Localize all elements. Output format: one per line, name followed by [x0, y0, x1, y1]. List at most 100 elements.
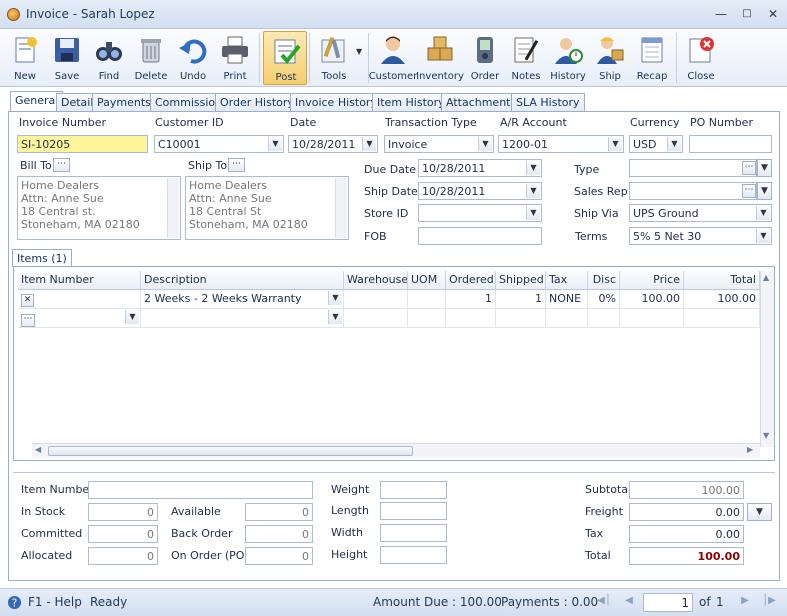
- table-row-shipped[interactable]: 1: [496, 290, 546, 309]
- maximize-button[interactable]: □: [738, 6, 756, 22]
- chevron-down-icon[interactable]: ▼: [608, 137, 622, 151]
- help-shortcut[interactable]: F1 - Help: [28, 595, 82, 609]
- first-record-icon[interactable]: ◀│: [597, 595, 611, 609]
- ship-to-lookup-button[interactable]: ⋯: [228, 158, 245, 172]
- next-record-icon[interactable]: ▶: [738, 595, 752, 609]
- scroll-up-icon[interactable]: ▲: [763, 273, 769, 282]
- invoice-number-field[interactable]: SI-10205: [17, 135, 148, 153]
- minimize-button[interactable]: —: [712, 6, 730, 22]
- table-row-item-number[interactable]: ✕: [18, 290, 141, 309]
- weight-field[interactable]: [380, 481, 447, 499]
- tools-dropdown-arrow-icon[interactable]: ▼: [356, 47, 362, 56]
- length-field[interactable]: [380, 502, 447, 520]
- column-header-price[interactable]: Price: [620, 271, 684, 290]
- currency-select[interactable]: USD ▼: [629, 135, 683, 153]
- chevron-down-icon[interactable]: ▼: [125, 310, 139, 324]
- post-button[interactable]: Post: [263, 31, 307, 85]
- scroll-right-icon[interactable]: ▶: [747, 445, 753, 454]
- previous-record-icon[interactable]: ◀: [622, 595, 636, 609]
- chevron-down-icon[interactable]: ▼: [756, 229, 770, 243]
- new-row-uom[interactable]: [408, 309, 446, 328]
- sales-rep-field[interactable]: [629, 182, 757, 200]
- chevron-down-icon[interactable]: ▼: [667, 137, 681, 151]
- chevron-down-icon[interactable]: ▼: [328, 291, 342, 305]
- type-field[interactable]: [629, 159, 757, 177]
- due-date-field[interactable]: 10/28/2011 ▼: [418, 159, 542, 177]
- scroll-left-icon[interactable]: ◀: [35, 445, 41, 454]
- freight-dropdown-button[interactable]: ▼: [747, 503, 772, 521]
- chevron-down-icon[interactable]: ▼: [757, 159, 772, 177]
- new-row-shipped[interactable]: [496, 309, 546, 328]
- horizontal-scrollbar[interactable]: ◀ ▶: [32, 443, 760, 458]
- inventory-button[interactable]: Inventory: [416, 31, 464, 85]
- table-row-price[interactable]: 100.00: [620, 290, 684, 309]
- column-header-tax[interactable]: Tax: [546, 271, 588, 290]
- column-header-description[interactable]: Description: [141, 271, 344, 290]
- bill-to-lookup-button[interactable]: ⋯: [53, 158, 70, 172]
- store-id-select[interactable]: ▼: [418, 204, 542, 222]
- vertical-scrollbar[interactable]: ▲ ▼: [760, 271, 774, 447]
- tab-order-history[interactable]: Order History: [215, 93, 299, 111]
- column-header-ordered[interactable]: Ordered: [446, 271, 496, 290]
- ship-to-address[interactable]: Home Dealers Attn: Anne Sue 18 Central S…: [185, 176, 349, 240]
- tab-attachments[interactable]: Attachments: [441, 93, 522, 111]
- chevron-down-icon[interactable]: ▼: [478, 137, 492, 151]
- tab-items[interactable]: Items (1): [12, 249, 72, 267]
- chevron-down-icon[interactable]: ▼: [526, 161, 540, 175]
- item-number-field[interactable]: [88, 481, 313, 499]
- ship-date-field[interactable]: 10/28/2011 ▼: [418, 182, 542, 200]
- column-header-item-number[interactable]: Item Number: [18, 271, 141, 290]
- chevron-down-icon[interactable]: ▼: [328, 310, 342, 324]
- sales-rep-lookup-button[interactable]: ⋯: [742, 184, 756, 198]
- chevron-down-icon[interactable]: ▼: [362, 137, 376, 151]
- ar-account-select[interactable]: 1200-01 ▼: [498, 135, 624, 153]
- width-field[interactable]: [380, 524, 447, 542]
- scroll-down-icon[interactable]: ▼: [763, 431, 769, 440]
- tab-sla-history[interactable]: SLA History: [511, 93, 585, 111]
- transaction-type-select[interactable]: Invoice ▼: [384, 135, 494, 153]
- new-row-tax[interactable]: [546, 309, 588, 328]
- column-header-warehouse[interactable]: Warehouse: [344, 271, 408, 290]
- tab-invoice-history[interactable]: Invoice History: [290, 93, 382, 111]
- delete-row-icon[interactable]: ✕: [21, 294, 34, 307]
- table-row-total[interactable]: 100.00: [684, 290, 760, 309]
- close-window-button[interactable]: ✕: [764, 6, 782, 22]
- table-row-ordered[interactable]: 1: [446, 290, 496, 309]
- table-row-description[interactable]: 2 Weeks - 2 Weeks Warranty ▼: [141, 290, 344, 309]
- print-button[interactable]: Print: [213, 31, 257, 85]
- table-row-warehouse[interactable]: [344, 290, 408, 309]
- ship-via-select[interactable]: UPS Ground ▼: [629, 204, 772, 222]
- column-header-shipped[interactable]: Shipped: [496, 271, 546, 290]
- fob-field[interactable]: [418, 227, 542, 245]
- new-row-total[interactable]: [684, 309, 760, 328]
- customer-id-field[interactable]: C10001 ▼: [154, 135, 284, 153]
- scroll-thumb[interactable]: [48, 446, 413, 456]
- column-header-total[interactable]: Total: [684, 271, 760, 290]
- chevron-down-icon[interactable]: ▼: [757, 182, 772, 200]
- record-number-input[interactable]: 1: [643, 593, 693, 612]
- type-lookup-button[interactable]: ⋯: [742, 161, 756, 175]
- new-row-item-number[interactable]: ⋯ ▼: [18, 309, 141, 328]
- bill-to-address[interactable]: Home Dealers Attn: Anne Sue 18 Central s…: [17, 176, 181, 240]
- height-field[interactable]: [380, 546, 447, 564]
- chevron-down-icon[interactable]: ▼: [526, 206, 540, 220]
- recap-button[interactable]: Recap: [630, 31, 674, 85]
- new-row-price[interactable]: [620, 309, 684, 328]
- lookup-icon[interactable]: ⋯: [21, 314, 35, 327]
- help-icon[interactable]: ?: [7, 595, 22, 610]
- terms-select[interactable]: 5% 5 Net 30 ▼: [629, 227, 772, 245]
- chevron-down-icon[interactable]: ▼: [756, 206, 770, 220]
- customer-button[interactable]: Customer: [369, 31, 417, 85]
- chevron-down-icon[interactable]: ▼: [268, 137, 282, 151]
- freight-field[interactable]: 0.00: [629, 503, 744, 521]
- tab-payments[interactable]: Payments: [92, 93, 156, 111]
- table-row-uom[interactable]: [408, 290, 446, 309]
- tab-item-history[interactable]: Item History: [372, 93, 450, 111]
- close-button[interactable]: Close: [679, 31, 723, 85]
- new-row-disc[interactable]: [588, 309, 620, 328]
- scrollbar[interactable]: [167, 178, 179, 238]
- tools-button[interactable]: Tools: [312, 31, 356, 85]
- chevron-down-icon[interactable]: ▼: [526, 184, 540, 198]
- table-row-tax[interactable]: NONE: [546, 290, 588, 309]
- date-field[interactable]: 10/28/2011 ▼: [288, 135, 378, 153]
